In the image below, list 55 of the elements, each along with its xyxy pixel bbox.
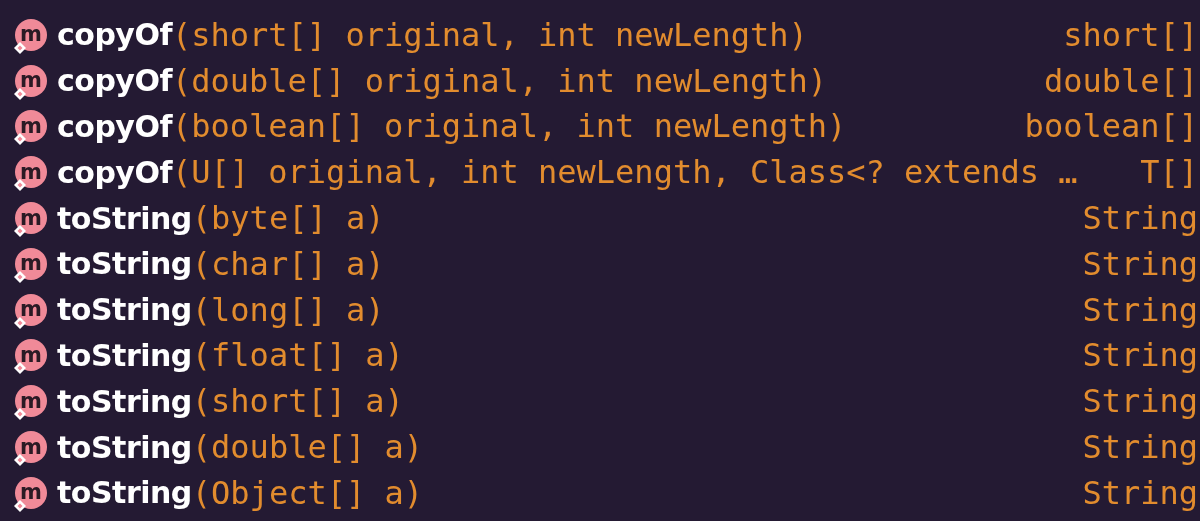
method-name[interactable]: copyOf [57, 63, 172, 99]
return-type: String [1082, 199, 1198, 238]
return-type: String [1082, 382, 1198, 421]
diamond-icon [13, 498, 27, 513]
return-type: double[] [1043, 61, 1198, 100]
method-name[interactable]: toString [57, 337, 192, 373]
diamond-icon [13, 178, 27, 193]
method-icon: m [15, 18, 47, 51]
method-icon: m [15, 247, 47, 280]
method-name[interactable]: toString [57, 383, 192, 419]
parameter-list: (char[] a) [191, 244, 1083, 283]
diamond-icon [13, 361, 27, 376]
return-type: boolean[] [1024, 107, 1198, 146]
diamond-icon [13, 132, 27, 147]
method-icon: m [15, 293, 47, 326]
return-type: String [1082, 428, 1198, 467]
diamond-icon [13, 407, 27, 422]
method-icon: m [15, 385, 47, 418]
method-icon: m [15, 64, 47, 97]
return-type: T[] [1140, 153, 1198, 192]
diamond-icon [13, 224, 27, 239]
parameter-list: (short[] a) [191, 382, 1083, 421]
method-name[interactable]: copyOf [57, 17, 172, 53]
parameter-list: (Object[] a) [191, 473, 1083, 512]
parameter-list: (short[] original, int newLength) [172, 15, 1064, 54]
diamond-icon [13, 269, 27, 284]
method-icon: m [15, 339, 47, 372]
parameter-list: (float[] a) [191, 336, 1083, 375]
method-icon: m [15, 431, 47, 464]
method-name[interactable]: copyOf [57, 109, 172, 144]
diamond-icon [13, 453, 27, 468]
method-icon: m [15, 110, 47, 143]
parameter-list: (double[] original, int newLength) [172, 61, 1044, 100]
parameter-list: (byte[] a) [191, 199, 1083, 238]
return-type: short[] [1063, 15, 1198, 54]
diamond-icon [13, 315, 27, 330]
method-name[interactable]: toString [57, 429, 192, 465]
parameter-list: (boolean[] original, int newLength) [172, 107, 1025, 146]
method-name[interactable]: toString [57, 475, 192, 511]
method-name[interactable]: toString [57, 292, 192, 328]
method-name[interactable]: copyOf [57, 154, 172, 190]
diamond-icon [13, 86, 27, 101]
parameter-list: (long[] a) [191, 290, 1083, 329]
method-icon: m [15, 156, 47, 189]
parameter-list: (double[] a) [191, 428, 1083, 467]
method-icon: m [15, 476, 47, 509]
return-type: String [1082, 473, 1198, 512]
method-name[interactable]: toString [57, 246, 192, 282]
method-icon: m [15, 202, 47, 235]
return-type: String [1082, 244, 1198, 283]
diamond-icon [13, 40, 27, 55]
return-type: String [1082, 336, 1198, 375]
parameter-list: (U[] original, int newLength, Class<? extends … [172, 153, 1141, 192]
method-name[interactable]: toString [57, 200, 192, 236]
return-type: String [1082, 290, 1198, 329]
